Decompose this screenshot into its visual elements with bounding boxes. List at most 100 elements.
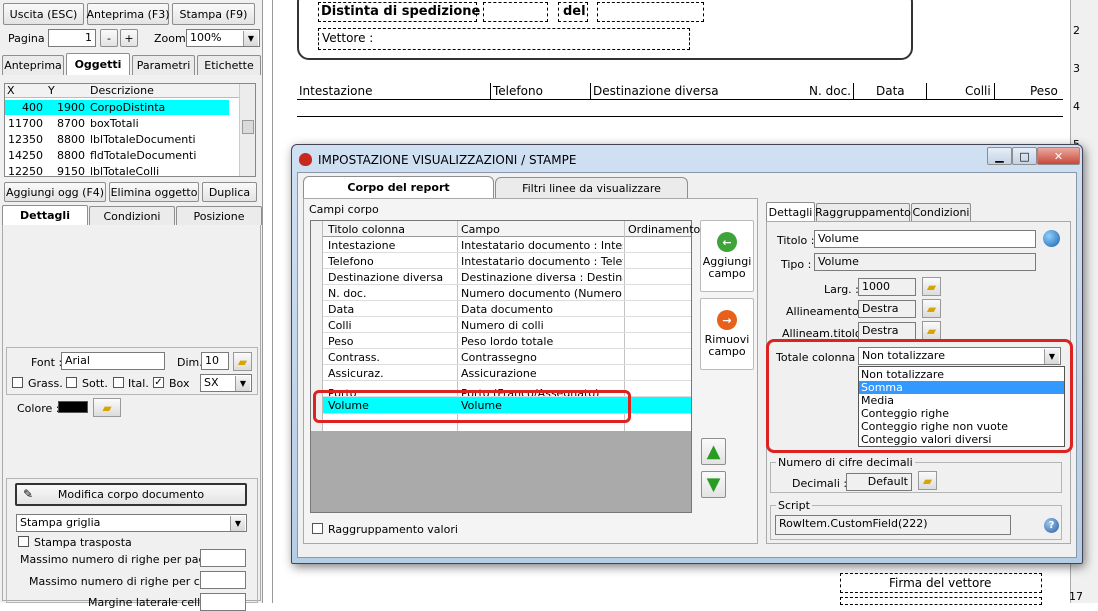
- table-row[interactable]: Contrass. Contrassegno: [323, 349, 691, 365]
- tab-condizioni[interactable]: Condizioni: [89, 206, 175, 225]
- move-down-button[interactable]: ▼: [701, 471, 726, 498]
- table-row[interactable]: Peso Peso lordo totale: [323, 333, 691, 349]
- page-plus-button[interactable]: +: [120, 29, 138, 47]
- help-icon[interactable]: ?: [1044, 518, 1059, 533]
- folder-icon[interactable]: ▰: [918, 471, 937, 490]
- duplicate-button[interactable]: Duplica: [202, 182, 257, 202]
- ruler-label: 4: [1073, 100, 1080, 113]
- italic-checkbox[interactable]: [113, 377, 124, 388]
- exit-button[interactable]: Uscita (ESC): [3, 3, 84, 25]
- transposed-checkbox[interactable]: [18, 536, 29, 547]
- folder-icon[interactable]: ▰: [922, 277, 941, 296]
- chevron-down-icon[interactable]: ▼: [243, 31, 258, 46]
- font-input[interactable]: Arial: [61, 352, 165, 370]
- edit-body-label: Modifica corpo documento: [57, 488, 205, 501]
- tab-raggruppamento[interactable]: Raggruppamento: [815, 203, 911, 221]
- align-select[interactable]: SX ▼: [200, 374, 252, 392]
- table-row[interactable]: Telefono Intestatario documento : Telefon…: [323, 253, 691, 269]
- table-row[interactable]: Destinazione diversa Destinazione diversa…: [323, 269, 691, 285]
- folder-icon[interactable]: ▰: [922, 299, 941, 318]
- title-label: Titolo :: [777, 234, 815, 247]
- objects-scrollbar[interactable]: [239, 84, 255, 176]
- title-input[interactable]: Volume: [814, 230, 1036, 248]
- globe-icon[interactable]: [1043, 230, 1060, 247]
- page-minus-button[interactable]: -: [100, 29, 118, 47]
- print-button[interactable]: Stampa (F9): [172, 3, 255, 25]
- edit-body-button[interactable]: ✎ Modifica corpo documento: [15, 483, 247, 506]
- maximize-button[interactable]: □: [1012, 147, 1037, 165]
- folder-icon[interactable]: ▰: [922, 321, 941, 340]
- folder-icon[interactable]: ▰: [93, 398, 121, 417]
- remove-field-button[interactable]: → Rimuovi campo: [700, 298, 754, 370]
- del-label: del: [563, 4, 586, 19]
- row-campo: Intestatario documento : Intesta...: [461, 239, 623, 252]
- side-margin-input[interactable]: [200, 593, 246, 611]
- max-rows-page-input[interactable]: [200, 549, 246, 567]
- group-values-checkbox[interactable]: [312, 523, 323, 534]
- page-input[interactable]: 1: [48, 29, 96, 47]
- item-desc: boxTotali: [90, 117, 139, 130]
- tab-etichette[interactable]: Etichette: [197, 55, 261, 75]
- item-y: 8700: [57, 117, 85, 130]
- table-row[interactable]: Intestazione Intestatario documento : Int…: [323, 237, 691, 253]
- table-row[interactable]: N. doc. Numero documento (Numero+S...: [323, 285, 691, 301]
- width-label: Larg. :: [824, 283, 859, 296]
- add-object-button[interactable]: Aggiungi ogg (F4): [4, 182, 106, 202]
- list-item[interactable]: 12250 9150 lblTotaleColli: [5, 164, 229, 177]
- add-field-button[interactable]: ← Aggiungi campo: [700, 220, 754, 292]
- table-row[interactable]: Assicuraz. Assicurazione: [323, 365, 691, 381]
- header-campo: Campo: [461, 223, 500, 236]
- move-up-button[interactable]: ▲: [701, 438, 726, 465]
- col-divider: [590, 83, 591, 100]
- chevron-down-icon[interactable]: ▼: [230, 516, 245, 531]
- table-row[interactable]: Colli Numero di colli: [323, 317, 691, 333]
- item-desc: CorpoDistinta: [90, 101, 166, 114]
- underline-checkbox[interactable]: [66, 377, 77, 388]
- item-x: 12250: [8, 165, 43, 177]
- tab-dettagli[interactable]: Dettagli: [2, 205, 88, 225]
- tab-condizioni-campo[interactable]: Condizioni: [911, 203, 971, 221]
- header-descrizione: Descrizione: [90, 84, 154, 97]
- underline-label: Sott.: [82, 377, 108, 390]
- col-ndoc: N. doc.: [809, 84, 851, 98]
- list-item[interactable]: 14250 8800 fldTotaleDocumenti: [5, 148, 229, 163]
- list-item[interactable]: 400 1900 CorpoDistinta: [5, 100, 229, 115]
- color-swatch[interactable]: [58, 401, 88, 413]
- dim-input[interactable]: 10: [201, 352, 229, 370]
- header-y: Y: [48, 84, 55, 97]
- row-campo: Intestatario documento : Telefono: [461, 255, 623, 268]
- box-checkbox[interactable]: ✓: [153, 377, 164, 388]
- zoom-select[interactable]: 100% ▼: [186, 29, 260, 47]
- list-item[interactable]: 11700 8700 boxTotali: [5, 116, 229, 131]
- objects-list[interactable]: X Y Descrizione 400 1900 CorpoDistinta 117…: [4, 83, 256, 177]
- table-row[interactable]: Data Data documento: [323, 301, 691, 317]
- bold-checkbox[interactable]: [12, 377, 23, 388]
- max-rows-cell-input[interactable]: [200, 571, 246, 589]
- row-titolo: Contrass.: [328, 351, 380, 364]
- script-group-label: Script: [776, 499, 812, 512]
- delete-object-button[interactable]: Elimina oggetto: [109, 182, 199, 202]
- grid-select[interactable]: Stampa griglia ▼: [16, 514, 247, 532]
- app-icon: [299, 153, 312, 166]
- tab-parametri[interactable]: Parametri: [132, 55, 195, 75]
- preview-button[interactable]: Anteprima (F3): [87, 3, 170, 25]
- chevron-down-icon[interactable]: ▼: [235, 376, 250, 391]
- folder-icon[interactable]: ▰: [233, 352, 252, 371]
- selection-highlight: [313, 390, 631, 423]
- tab-filtri[interactable]: Filtri linee da visualizzare: [495, 177, 688, 198]
- tab-anteprima[interactable]: Anteprima: [2, 55, 64, 75]
- close-button[interactable]: ✕: [1037, 147, 1080, 165]
- list-item[interactable]: 12350 8800 lblTotaleDocumenti: [5, 132, 229, 147]
- tab-corpo-report[interactable]: Corpo del report: [303, 176, 494, 198]
- tab-posizione[interactable]: Posizione: [176, 206, 262, 225]
- row-titolo: N. doc.: [328, 287, 367, 300]
- zoom-label: Zoom: [154, 32, 186, 45]
- max-rows-cell-label: Massimo numero di righe per cella :: [29, 575, 227, 588]
- item-y: 8800: [57, 149, 85, 162]
- tab-dettagli-campo[interactable]: Dettagli: [766, 202, 815, 221]
- minimize-button[interactable]: ▁: [987, 147, 1012, 165]
- tab-oggetti[interactable]: Oggetti: [66, 53, 130, 75]
- vettore-box: [318, 28, 690, 50]
- header-ordinamento: Ordinamento: [628, 223, 701, 236]
- scroll-thumb[interactable]: [242, 120, 254, 134]
